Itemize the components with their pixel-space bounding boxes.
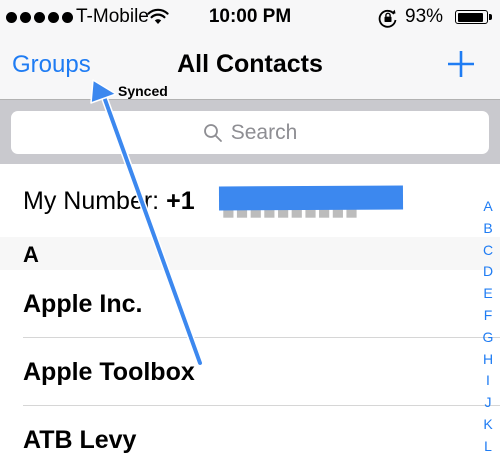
index-letter[interactable]: D — [483, 261, 493, 283]
index-letter[interactable]: L — [484, 436, 492, 458]
index-letter[interactable]: K — [483, 414, 492, 436]
contact-row[interactable]: Apple Inc. — [0, 270, 500, 338]
contact-name: ATB Levy — [23, 426, 137, 454]
navigation-bar: Groups All Contacts Synced — [0, 36, 500, 100]
contact-name: Apple Toolbox — [23, 358, 195, 386]
search-placeholder: Search — [230, 120, 298, 144]
index-letter[interactable]: G — [483, 327, 494, 349]
rotation-lock-icon — [378, 8, 398, 33]
index-letter[interactable]: H — [483, 349, 493, 371]
status-bar: T-Mobile 10:00 PM 93% — [0, 0, 500, 36]
search-icon — [203, 123, 222, 142]
plus-icon — [448, 51, 474, 77]
add-contact-button[interactable] — [445, 48, 477, 80]
index-letter[interactable]: C — [483, 240, 493, 262]
section-index[interactable]: A B C D E F G H I J K L — [476, 196, 500, 458]
index-letter[interactable]: E — [483, 283, 492, 305]
battery-tip — [489, 14, 492, 20]
my-number-row[interactable]: My Number: +1 ■■■■■■■■■■ — [0, 164, 500, 237]
index-letter[interactable]: B — [483, 218, 492, 240]
search-bar: Search — [0, 100, 500, 164]
page-title: All Contacts — [177, 50, 323, 78]
battery-percentage: 93% — [405, 6, 444, 27]
section-letter: A — [23, 242, 39, 267]
synced-annotation-label: Synced — [118, 83, 168, 99]
search-input[interactable]: Search — [11, 111, 489, 154]
contact-name: Apple Inc. — [23, 290, 143, 318]
index-letter[interactable]: F — [484, 305, 493, 327]
my-number-text: My Number: +1 — [23, 187, 195, 216]
my-number-label: My Number: — [23, 187, 160, 215]
my-number-prefix: +1 — [166, 187, 195, 215]
contact-row[interactable]: Apple Toolbox — [0, 338, 500, 406]
battery-icon — [455, 10, 488, 24]
contact-row[interactable]: ATB Levy — [0, 406, 500, 474]
redaction-bar — [218, 185, 404, 211]
index-letter[interactable]: A — [483, 196, 492, 218]
index-letter[interactable]: J — [485, 392, 492, 414]
section-header: A — [0, 237, 500, 270]
index-letter[interactable]: I — [486, 370, 490, 392]
